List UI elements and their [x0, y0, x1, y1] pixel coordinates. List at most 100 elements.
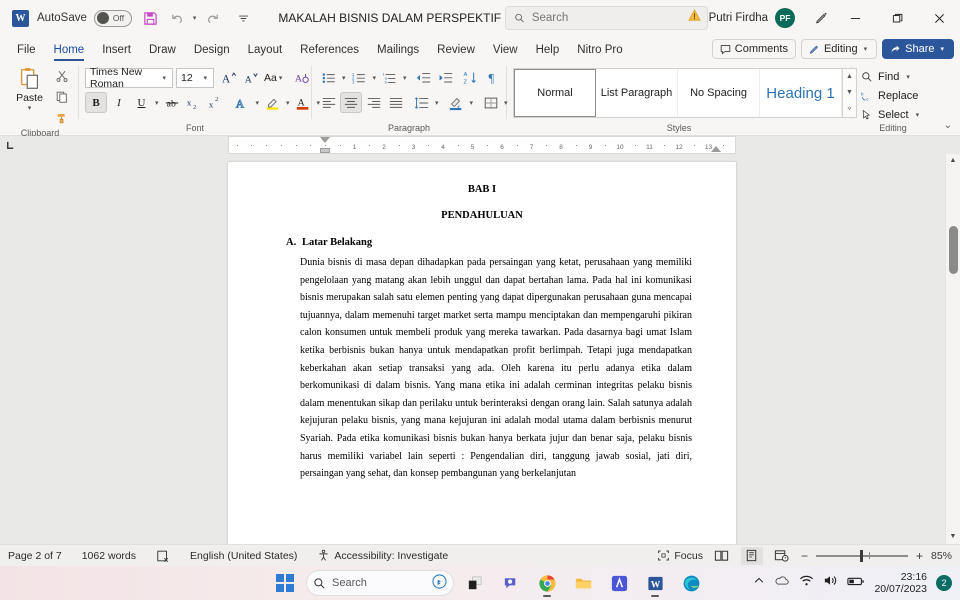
clock[interactable]: 23:16 20/07/2023: [874, 571, 927, 595]
editing-button[interactable]: Editing ▾: [800, 39, 878, 59]
zoom-slider[interactable]: [815, 549, 908, 563]
onedrive-icon[interactable]: [774, 573, 790, 594]
tab-help[interactable]: Help: [527, 43, 569, 61]
borders-icon[interactable]: [480, 92, 501, 113]
justify-icon[interactable]: [385, 92, 406, 113]
minimize-button[interactable]: [834, 0, 876, 36]
copy-icon[interactable]: [51, 87, 72, 107]
show-hidden-icons-icon[interactable]: [753, 574, 765, 592]
scroll-down-icon[interactable]: ▼: [946, 530, 960, 544]
teams-icon[interactable]: [496, 568, 526, 598]
decrease-font-size-icon[interactable]: A: [240, 67, 261, 88]
tab-view[interactable]: View: [484, 43, 527, 61]
text-effects-chevron-down-icon[interactable]: ▾: [254, 99, 262, 107]
text-highlight-icon[interactable]: [262, 92, 283, 113]
windows-start-icon[interactable]: [270, 568, 300, 598]
cut-icon[interactable]: [51, 66, 72, 86]
left-indent-marker[interactable]: [320, 148, 330, 153]
search-box[interactable]: [505, 6, 708, 30]
style-normal[interactable]: Normal: [514, 69, 596, 117]
change-case-button[interactable]: Aa ▾: [262, 67, 286, 88]
strikethrough-icon[interactable]: ab: [162, 92, 183, 113]
comments-button[interactable]: Comments: [711, 39, 796, 59]
tab-review[interactable]: Review: [428, 43, 484, 61]
first-line-indent-marker[interactable]: [320, 137, 330, 143]
find-button[interactable]: Find ▾: [858, 68, 915, 85]
edit-pen-icon[interactable]: [808, 5, 834, 31]
highlight-chevron-down-icon[interactable]: ▾: [284, 99, 292, 107]
editing-chevron-down-icon[interactable]: ▾: [862, 45, 870, 53]
autosave-toggle[interactable]: Off: [93, 9, 132, 27]
line-spacing-chevron-down-icon[interactable]: ▾: [433, 99, 441, 107]
tab-design[interactable]: Design: [185, 43, 239, 61]
select-chevron-down-icon[interactable]: ▾: [914, 111, 922, 119]
wifi-icon[interactable]: [799, 573, 814, 593]
numbering-chevron-down-icon[interactable]: ▾: [371, 74, 379, 82]
style-list-paragraph[interactable]: List Paragraph: [596, 69, 678, 117]
body-paragraph[interactable]: Dunia bisnis di masa depan dihadapkan pa…: [272, 248, 692, 483]
tab-nitro-pro[interactable]: Nitro Pro: [568, 43, 631, 61]
tab-home[interactable]: Home: [45, 43, 94, 61]
warning-icon[interactable]: [687, 8, 702, 28]
find-chevron-down-icon[interactable]: ▾: [904, 73, 912, 81]
tab-file[interactable]: File: [8, 43, 45, 61]
tab-references[interactable]: References: [291, 43, 368, 61]
bold-button[interactable]: B: [85, 92, 107, 113]
save-icon[interactable]: [138, 5, 164, 31]
align-right-icon[interactable]: [363, 92, 384, 113]
avatar[interactable]: PF: [775, 8, 795, 28]
sort-icon[interactable]: AZ: [461, 67, 482, 88]
share-chevron-down-icon[interactable]: ▾: [938, 45, 946, 53]
align-center-icon[interactable]: [340, 92, 362, 113]
undo-dropdown-icon[interactable]: ▾: [191, 14, 199, 22]
right-indent-marker[interactable]: [710, 146, 721, 152]
focus-mode-button[interactable]: Focus: [657, 549, 703, 562]
zoom-thumb[interactable]: [859, 549, 863, 562]
numbered-list-icon[interactable]: 123: [349, 67, 370, 88]
underline-button[interactable]: U: [131, 92, 152, 113]
read-mode-icon[interactable]: [711, 547, 733, 565]
text-effects-icon[interactable]: A: [232, 92, 253, 113]
shading-icon[interactable]: [446, 92, 467, 113]
zoom-level-label[interactable]: 85%: [931, 550, 952, 562]
multilevel-chevron-down-icon[interactable]: ▾: [401, 74, 409, 82]
language-indicator[interactable]: English (United States): [190, 550, 297, 562]
page-indicator[interactable]: Page 2 of 7: [8, 550, 62, 562]
font-size-chevron-down-icon[interactable]: ▾: [201, 74, 209, 82]
customize-quick-access-icon[interactable]: [230, 5, 256, 31]
tab-draw[interactable]: Draw: [140, 43, 185, 61]
paste-chevron-down-icon[interactable]: ▾: [26, 104, 34, 112]
vertical-scrollbar[interactable]: ▲ ▼: [945, 154, 960, 544]
print-layout-icon[interactable]: [740, 546, 763, 565]
collapse-ribbon-icon[interactable]: ⌄: [944, 120, 952, 131]
task-view-icon[interactable]: [460, 568, 490, 598]
tab-stop-selector[interactable]: [0, 136, 20, 154]
clear-formatting-icon[interactable]: A: [291, 67, 312, 88]
style-heading-1[interactable]: Heading 1: [760, 69, 842, 117]
subscript-icon[interactable]: x2: [184, 92, 205, 113]
notification-badge[interactable]: 2: [936, 575, 952, 591]
line-spacing-icon[interactable]: [411, 92, 432, 113]
redo-icon[interactable]: [199, 5, 225, 31]
bullet-list-icon[interactable]: [318, 67, 339, 88]
taskbar-search[interactable]: Search: [306, 570, 454, 596]
battery-icon[interactable]: [847, 574, 865, 593]
edge-icon[interactable]: [676, 568, 706, 598]
select-button[interactable]: Select ▾: [858, 106, 924, 123]
font-color-icon[interactable]: A: [293, 92, 314, 113]
align-left-icon[interactable]: [318, 92, 339, 113]
underline-chevron-down-icon[interactable]: ▾: [153, 99, 161, 107]
web-layout-icon[interactable]: [771, 547, 793, 565]
scrollbar-thumb[interactable]: [949, 226, 958, 274]
zoom-in-button[interactable]: +: [916, 549, 923, 563]
word-icon[interactable]: W: [640, 568, 670, 598]
paragraph-marks-icon[interactable]: ¶: [483, 67, 504, 88]
decrease-indent-icon[interactable]: [414, 67, 435, 88]
word-count[interactable]: 1062 words: [82, 550, 136, 562]
tab-insert[interactable]: Insert: [93, 43, 140, 61]
format-painter-icon[interactable]: [51, 108, 72, 128]
style-no-spacing[interactable]: No Spacing: [678, 69, 760, 117]
document-page[interactable]: BAB I PENDAHULUAN A. Latar Belakang Duni…: [228, 162, 736, 544]
accessibility-indicator[interactable]: Accessibility: Investigate: [317, 549, 448, 562]
zoom-out-button[interactable]: −: [801, 549, 808, 563]
